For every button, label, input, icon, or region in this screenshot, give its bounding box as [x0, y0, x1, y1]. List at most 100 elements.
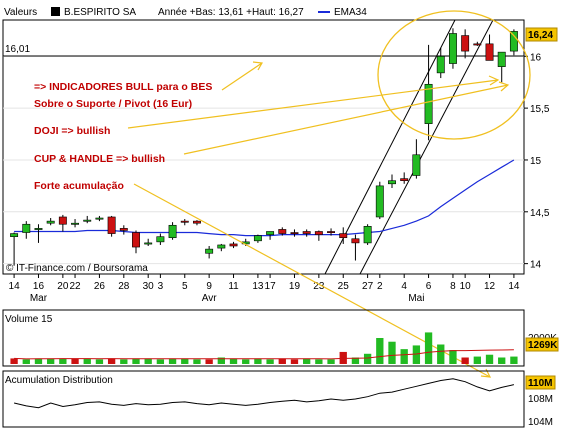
candle-body — [83, 219, 92, 222]
volume-bar — [388, 341, 396, 364]
annotation-cup-handle: CUP & HANDLE => bullish — [34, 153, 165, 165]
annotation-bull-indicators: => INDICADORES BULL para o BES — [34, 81, 212, 93]
candle-body — [314, 231, 323, 235]
candle-body — [485, 43, 494, 61]
x-tick-label: 28 — [118, 281, 130, 292]
candle-body — [509, 31, 518, 52]
price-y-tick-label: 14,5 — [530, 208, 550, 219]
x-tick-label: 27 — [362, 281, 374, 292]
volume-bar — [144, 358, 152, 364]
valeurs-label: Valeurs — [4, 7, 37, 18]
volume-bar — [205, 359, 213, 364]
candle-body — [46, 220, 55, 224]
acc-axis-label-108: 108M — [528, 394, 553, 405]
support-line-label: 16,01 — [5, 44, 30, 55]
volume-bar — [156, 359, 165, 364]
x-tick-label: 16 — [33, 281, 45, 292]
volume-bar — [71, 358, 79, 364]
volume-bar — [193, 359, 201, 364]
series-legend-swatch — [51, 7, 60, 16]
candle-body — [156, 236, 165, 243]
volume-bar — [290, 359, 299, 364]
candle-body — [168, 224, 177, 239]
volume-bar — [242, 359, 250, 364]
volume-bar — [34, 358, 43, 364]
volume-bar — [168, 358, 177, 364]
volume-bar — [412, 345, 421, 364]
candle-body — [71, 222, 80, 225]
volume-badge-value: 1269K — [528, 340, 558, 351]
candle-body — [436, 55, 445, 74]
volume-bar — [181, 358, 189, 364]
candle-body — [217, 244, 226, 249]
volume-bar — [449, 350, 457, 364]
acc-badge-value: 110M — [528, 378, 552, 389]
x-tick-label: 14 — [9, 281, 21, 292]
candle-body — [327, 231, 336, 233]
volume-bar — [229, 358, 238, 364]
x-tick-label: 11 — [228, 281, 239, 292]
watermark: © IT-Finance.com / Boursorama — [6, 263, 148, 274]
x-tick-label: 4 — [401, 281, 407, 292]
volume-bar — [315, 359, 323, 364]
volume-bar — [120, 359, 128, 364]
volume-bar — [400, 349, 408, 364]
volume-bar — [83, 358, 91, 364]
volume-bar — [437, 344, 445, 364]
x-tick-label: 19 — [289, 281, 301, 292]
candle-body — [266, 231, 275, 235]
candle-body — [448, 33, 457, 64]
candle-body — [58, 216, 67, 225]
candle-body — [144, 242, 153, 245]
candle-body — [339, 233, 348, 239]
month-label: Avr — [202, 293, 217, 304]
candle-body — [278, 229, 287, 234]
candle-body — [253, 235, 262, 242]
volume-bar — [303, 358, 311, 364]
x-tick-label: 3 — [158, 281, 164, 292]
volume-bar — [363, 353, 372, 364]
price-y-tick-label: 16 — [530, 52, 542, 63]
volume-bar — [327, 359, 335, 364]
volume-panel-title: Volume 15 — [5, 314, 53, 325]
volume-bar — [95, 359, 104, 364]
x-tick-label: 26 — [94, 281, 106, 292]
volume-bar — [254, 358, 262, 364]
volume-bar — [47, 358, 55, 364]
x-tick-label: 20 — [57, 281, 69, 292]
candle-body — [290, 232, 299, 235]
volume-bar — [473, 356, 481, 364]
candle-body — [424, 83, 433, 124]
x-tick-label: 8 — [450, 281, 456, 292]
candle-body — [363, 226, 372, 244]
ema-legend-label: EMA34 — [334, 7, 367, 18]
candle-body — [497, 51, 506, 67]
x-tick-label: 5 — [182, 281, 188, 292]
x-tick-label: 14 — [508, 281, 520, 292]
candle-body — [473, 43, 482, 46]
candle-body — [180, 220, 189, 223]
x-tick-label: 6 — [426, 281, 432, 292]
volume-bar — [132, 358, 140, 364]
candle-body — [22, 223, 31, 233]
volume-bar — [59, 358, 67, 364]
annotation-doji: DOJI => bullish — [34, 125, 110, 137]
volume-bar — [22, 359, 30, 364]
volume-bar — [510, 356, 518, 364]
candle-body — [34, 228, 43, 230]
volume-bar — [266, 359, 274, 364]
candle-body — [302, 231, 311, 234]
month-label: Mar — [30, 293, 48, 304]
x-tick-label: 12 — [484, 281, 496, 292]
volume-bar — [278, 358, 286, 364]
volume-bar — [376, 338, 384, 364]
acc-dist-panel-title: Acumulation Distribution — [5, 375, 113, 386]
range-label: Année +Bas: 13,61 +Haut: 16,27 — [158, 7, 304, 18]
candle-body — [119, 228, 128, 231]
volume-bar — [485, 354, 494, 364]
x-tick-label: 22 — [69, 281, 81, 292]
x-tick-label: 13 — [252, 281, 264, 292]
stock-chart: Valeurs B.ESPIRITO SA Année +Bas: 13,61 … — [0, 0, 570, 430]
candle-body — [229, 243, 238, 247]
x-tick-label: 2 — [377, 281, 383, 292]
